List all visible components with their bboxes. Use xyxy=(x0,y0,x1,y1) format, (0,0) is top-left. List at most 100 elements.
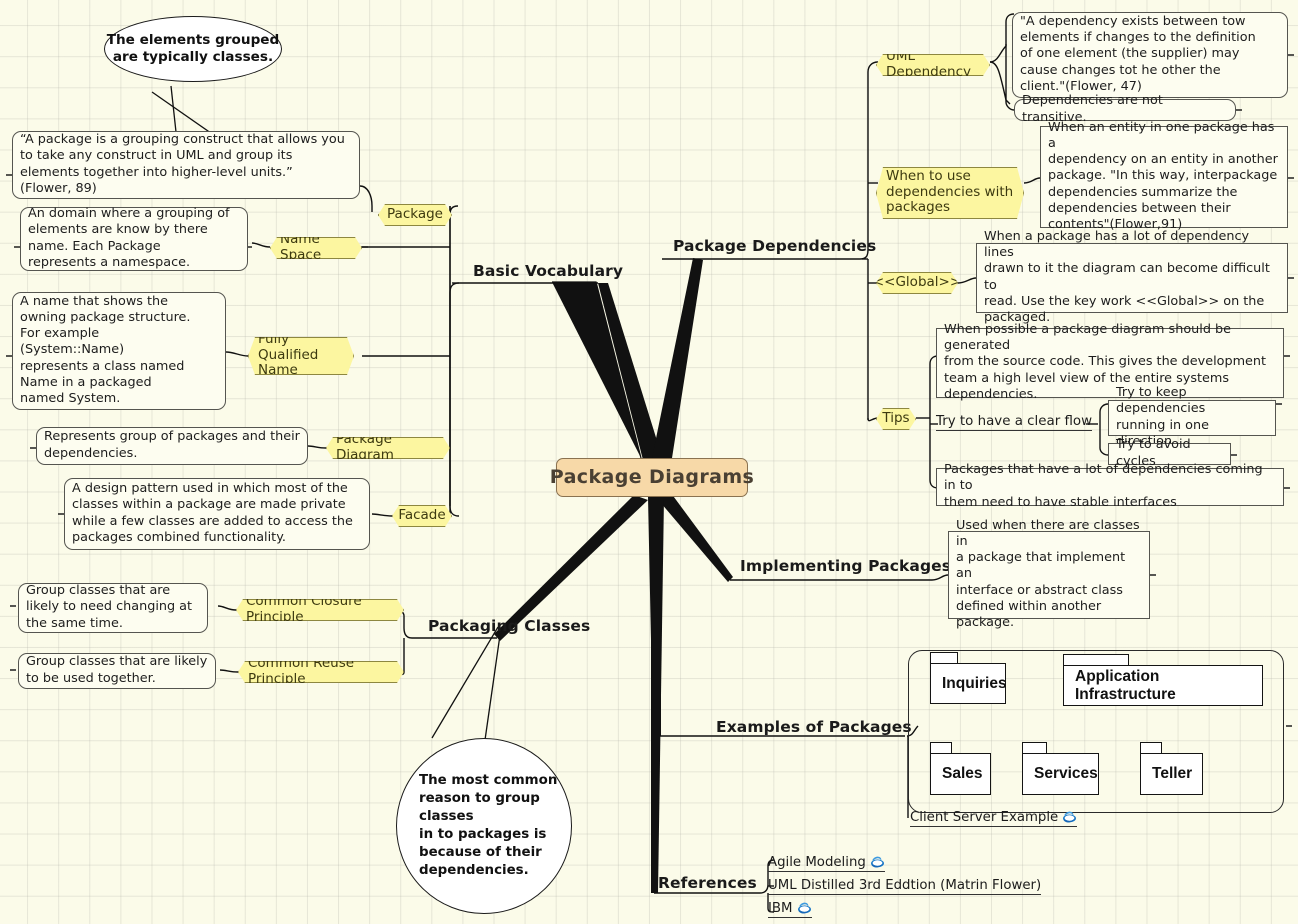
package-tab xyxy=(930,652,958,663)
package-name: Services xyxy=(1034,765,1098,782)
branch-examples-of-packages[interactable]: Examples of Packages xyxy=(716,718,912,736)
package-name: Teller xyxy=(1152,765,1193,782)
note-text: "A dependency exists between tow element… xyxy=(1020,14,1256,94)
note-text: Represents group of packages and their d… xyxy=(44,429,300,461)
note-text: An domain where a grouping of elements a… xyxy=(28,206,230,270)
branch-label-text: Implementing Packages xyxy=(740,557,952,575)
branch-label-text: References xyxy=(658,874,757,892)
tip-clear-flow-label: Try to have a clear flow xyxy=(936,414,1093,429)
note-dependencies-not-transitive: Dependencies are not transitive. xyxy=(1014,93,1236,125)
internet-explorer-icon xyxy=(797,901,812,915)
reference-ibm[interactable]: IBM xyxy=(768,901,812,918)
package-body: Teller xyxy=(1140,753,1203,795)
topic-label: <<Global>> xyxy=(872,273,962,290)
note-text: Used when there are classes in a package… xyxy=(956,518,1140,630)
topic-label: Fully Qualified Name xyxy=(258,330,319,379)
package-body: Inquiries xyxy=(930,663,1007,704)
root-label: Package Diagrams xyxy=(549,466,755,488)
topic-label: UML Dependency xyxy=(886,47,971,80)
note-package-diagram: Represents group of packages and their d… xyxy=(36,427,308,465)
topic-label: Common Reuse Principle xyxy=(248,654,355,687)
reference-label: UML Distilled 3rd Eddtion (Matrin Flower… xyxy=(768,878,1042,893)
callout-most-common-reason: The most common reason to group classes … xyxy=(396,738,572,914)
topic-facade[interactable]: Facade xyxy=(392,505,452,527)
topic-label: Facade xyxy=(398,506,446,523)
topic-fully-qualified-name[interactable]: Fully Qualified Name xyxy=(248,337,354,375)
note-text: When an entity in one package has a depe… xyxy=(1048,120,1278,232)
note-tips-stable-interfaces: Packages that have a lot of dependencies… xyxy=(936,462,1284,510)
branch-basic-vocabulary[interactable]: Basic Vocabulary xyxy=(473,262,623,280)
topic-label: When to use dependencies with packages xyxy=(886,167,1014,216)
note-text: A design pattern used in which most of t… xyxy=(72,481,353,545)
callout-text: The elements grouped are typically class… xyxy=(106,31,280,65)
note-fully-qualified-name: A name that shows the owning package str… xyxy=(12,292,226,410)
branch-label-text: Basic Vocabulary xyxy=(473,262,624,280)
internet-explorer-icon xyxy=(870,855,885,869)
topic-name-space[interactable]: Name Space xyxy=(270,237,362,259)
package-services[interactable]: Services xyxy=(1022,742,1099,795)
topic-package[interactable]: Package xyxy=(378,204,452,226)
note-implementing-packages: Used when there are classes in a package… xyxy=(948,518,1150,630)
topic-common-closure-principle[interactable]: Common Closure Principle xyxy=(236,599,404,621)
branch-label-text: Package Dependencies xyxy=(673,237,877,255)
callout-elements-grouped: The elements grouped are typically class… xyxy=(104,16,282,82)
note-text: Group classes that are likely to need ch… xyxy=(26,583,193,631)
tip-clear-flow[interactable]: Try to have a clear flow xyxy=(936,414,1093,431)
topic-uml-dependency[interactable]: UML Dependency xyxy=(876,54,990,76)
note-global-keyword: When a package has a lot of dependency l… xyxy=(976,229,1288,325)
note-when-to-use-dependencies: When an entity in one package has a depe… xyxy=(1040,120,1288,232)
package-name: Inquiries xyxy=(942,674,1007,692)
package-body: Sales xyxy=(930,753,991,795)
package-tab xyxy=(1022,742,1047,753)
note-name-space: An domain where a grouping of elements a… xyxy=(20,206,248,271)
topic-label: Tips xyxy=(882,409,910,426)
mindmap-canvas: The elements grouped are typically class… xyxy=(0,0,1298,924)
package-tab xyxy=(1140,742,1162,753)
branch-package-dependencies[interactable]: Package Dependencies xyxy=(673,237,876,255)
package-teller[interactable]: Teller xyxy=(1140,742,1203,795)
note-tip-one-direction: Try to keep dependencies running in one … xyxy=(1108,385,1276,449)
package-application-infrastructure[interactable]: Application Infrastructure xyxy=(1063,654,1263,706)
package-inquiries[interactable]: Inquiries xyxy=(930,652,1007,704)
internet-explorer-icon xyxy=(1062,810,1077,824)
branch-packaging-classes[interactable]: Packaging Classes xyxy=(428,617,590,635)
callout-text: The most common reason to group classes … xyxy=(419,773,558,878)
note-facade: A design pattern used in which most of t… xyxy=(64,478,370,550)
package-name: Application Infrastructure xyxy=(1075,667,1176,703)
reference-agile-modeling[interactable]: Agile Modeling xyxy=(768,855,885,872)
topic-when-to-use-dependencies[interactable]: When to use dependencies with packages xyxy=(876,167,1024,219)
topic-global-keyword[interactable]: <<Global>> xyxy=(876,272,958,294)
reference-label: IBM xyxy=(768,901,793,916)
note-common-reuse: Group classes that are likely to be used… xyxy=(18,653,216,689)
note-text: Group classes that are likely to be used… xyxy=(26,654,208,686)
branch-references[interactable]: References xyxy=(658,874,757,892)
note-text: “A package is a grouping construct that … xyxy=(20,132,345,196)
topic-tips[interactable]: Tips xyxy=(876,408,916,430)
branch-label-text: Packaging Classes xyxy=(428,617,591,635)
package-name: Sales xyxy=(942,765,983,782)
topic-label: Name Space xyxy=(280,230,322,263)
topic-package-diagram[interactable]: Package Diagram xyxy=(326,437,450,459)
root-node-package-diagrams[interactable]: Package Diagrams xyxy=(550,458,754,497)
client-server-example-caption[interactable]: Client Server Example xyxy=(910,810,1078,827)
package-body: Application Infrastructure xyxy=(1063,665,1263,706)
package-sales[interactable]: Sales xyxy=(930,742,991,795)
note-common-closure: Group classes that are likely to need ch… xyxy=(18,583,208,633)
note-text: When a package has a lot of dependency l… xyxy=(984,229,1270,325)
branch-implementing-packages[interactable]: Implementing Packages xyxy=(740,557,951,575)
note-package-definition: “A package is a grouping construct that … xyxy=(12,131,360,199)
note-uml-dependency-definition: "A dependency exists between tow element… xyxy=(1012,12,1288,98)
reference-uml-distilled[interactable]: UML Distilled 3rd Eddtion (Matrin Flower… xyxy=(768,878,1042,895)
branch-label-text: Examples of Packages xyxy=(716,718,912,736)
note-text: A name that shows the owning package str… xyxy=(20,294,191,406)
note-text: Packages that have a lot of dependencies… xyxy=(944,462,1263,510)
package-tab xyxy=(930,742,952,753)
topic-common-reuse-principle[interactable]: Common Reuse Principle xyxy=(238,661,404,683)
package-body: Services xyxy=(1022,753,1099,795)
topic-label: Package xyxy=(387,205,443,222)
reference-label: Agile Modeling xyxy=(768,855,866,870)
caption-text: Client Server Example xyxy=(910,810,1059,825)
topic-label: Package Diagram xyxy=(336,430,394,463)
package-tab xyxy=(1063,654,1129,665)
topic-label: Common Closure Principle xyxy=(246,592,362,625)
